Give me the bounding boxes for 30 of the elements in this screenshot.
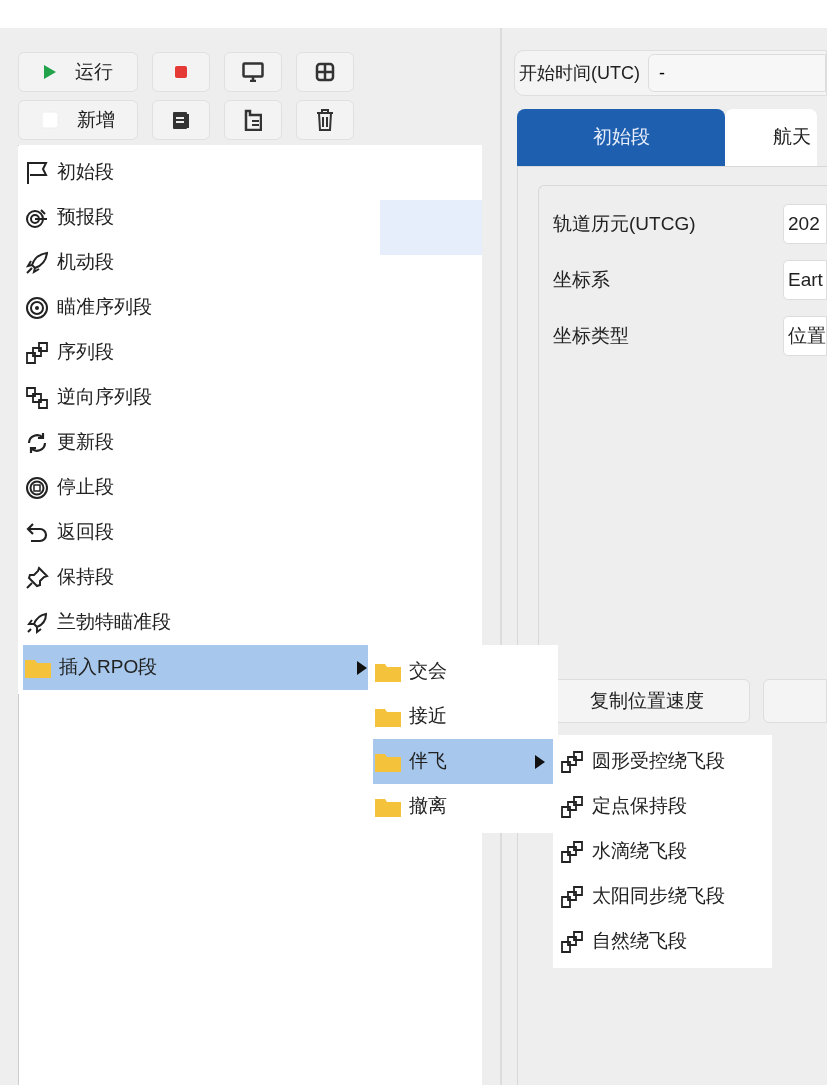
menu-item[interactable]: 圆形受控绕飞段 [558,739,767,784]
menu-item[interactable]: 保持段 [23,555,375,600]
field-label: 坐标系 [553,267,611,292]
menu-item[interactable]: 逆向序列段 [23,375,375,420]
field-label: 轨道历元(UTCG) [553,211,697,236]
input-field[interactable]: 位置 [783,316,827,356]
menu-item[interactable]: 机动段 [23,240,375,285]
menu-item[interactable]: 水滴绕飞段 [558,829,767,874]
tab[interactable]: 航天 [725,109,817,166]
menu-item[interactable]: 自然绕飞段 [558,919,767,964]
run-button[interactable]: 运行 [18,52,138,92]
menu-item[interactable]: 初始段 [23,150,375,195]
menu-item[interactable]: 兰勃特瞄准段 [23,600,375,645]
menu-item[interactable]: 序列段 [23,330,375,375]
tab[interactable]: 初始段 [517,109,725,166]
start-time-field[interactable]: - [648,54,826,92]
menu-item[interactable]: 瞄准序列段 [23,285,375,330]
menu-item[interactable]: 更新段 [23,420,375,465]
start-time-label: 开始时间(UTC) [519,61,640,85]
menu-item[interactable]: 太阳同步绕飞段 [558,874,767,919]
menu-item[interactable]: 停止段 [23,465,375,510]
menu-item[interactable]: 返回段 [23,510,375,555]
menu-item[interactable]: 预报段 [23,195,375,240]
add-button[interactable]: 新增 [18,100,138,140]
input-field[interactable]: Eart [783,260,827,300]
input-field[interactable]: 202 [783,204,827,244]
menu-item[interactable]: 撤离 [373,784,553,829]
field-label: 坐标类型 [553,323,630,348]
menu-item[interactable]: 伴飞 [373,739,553,784]
menu-item[interactable]: 定点保持段 [558,784,767,829]
